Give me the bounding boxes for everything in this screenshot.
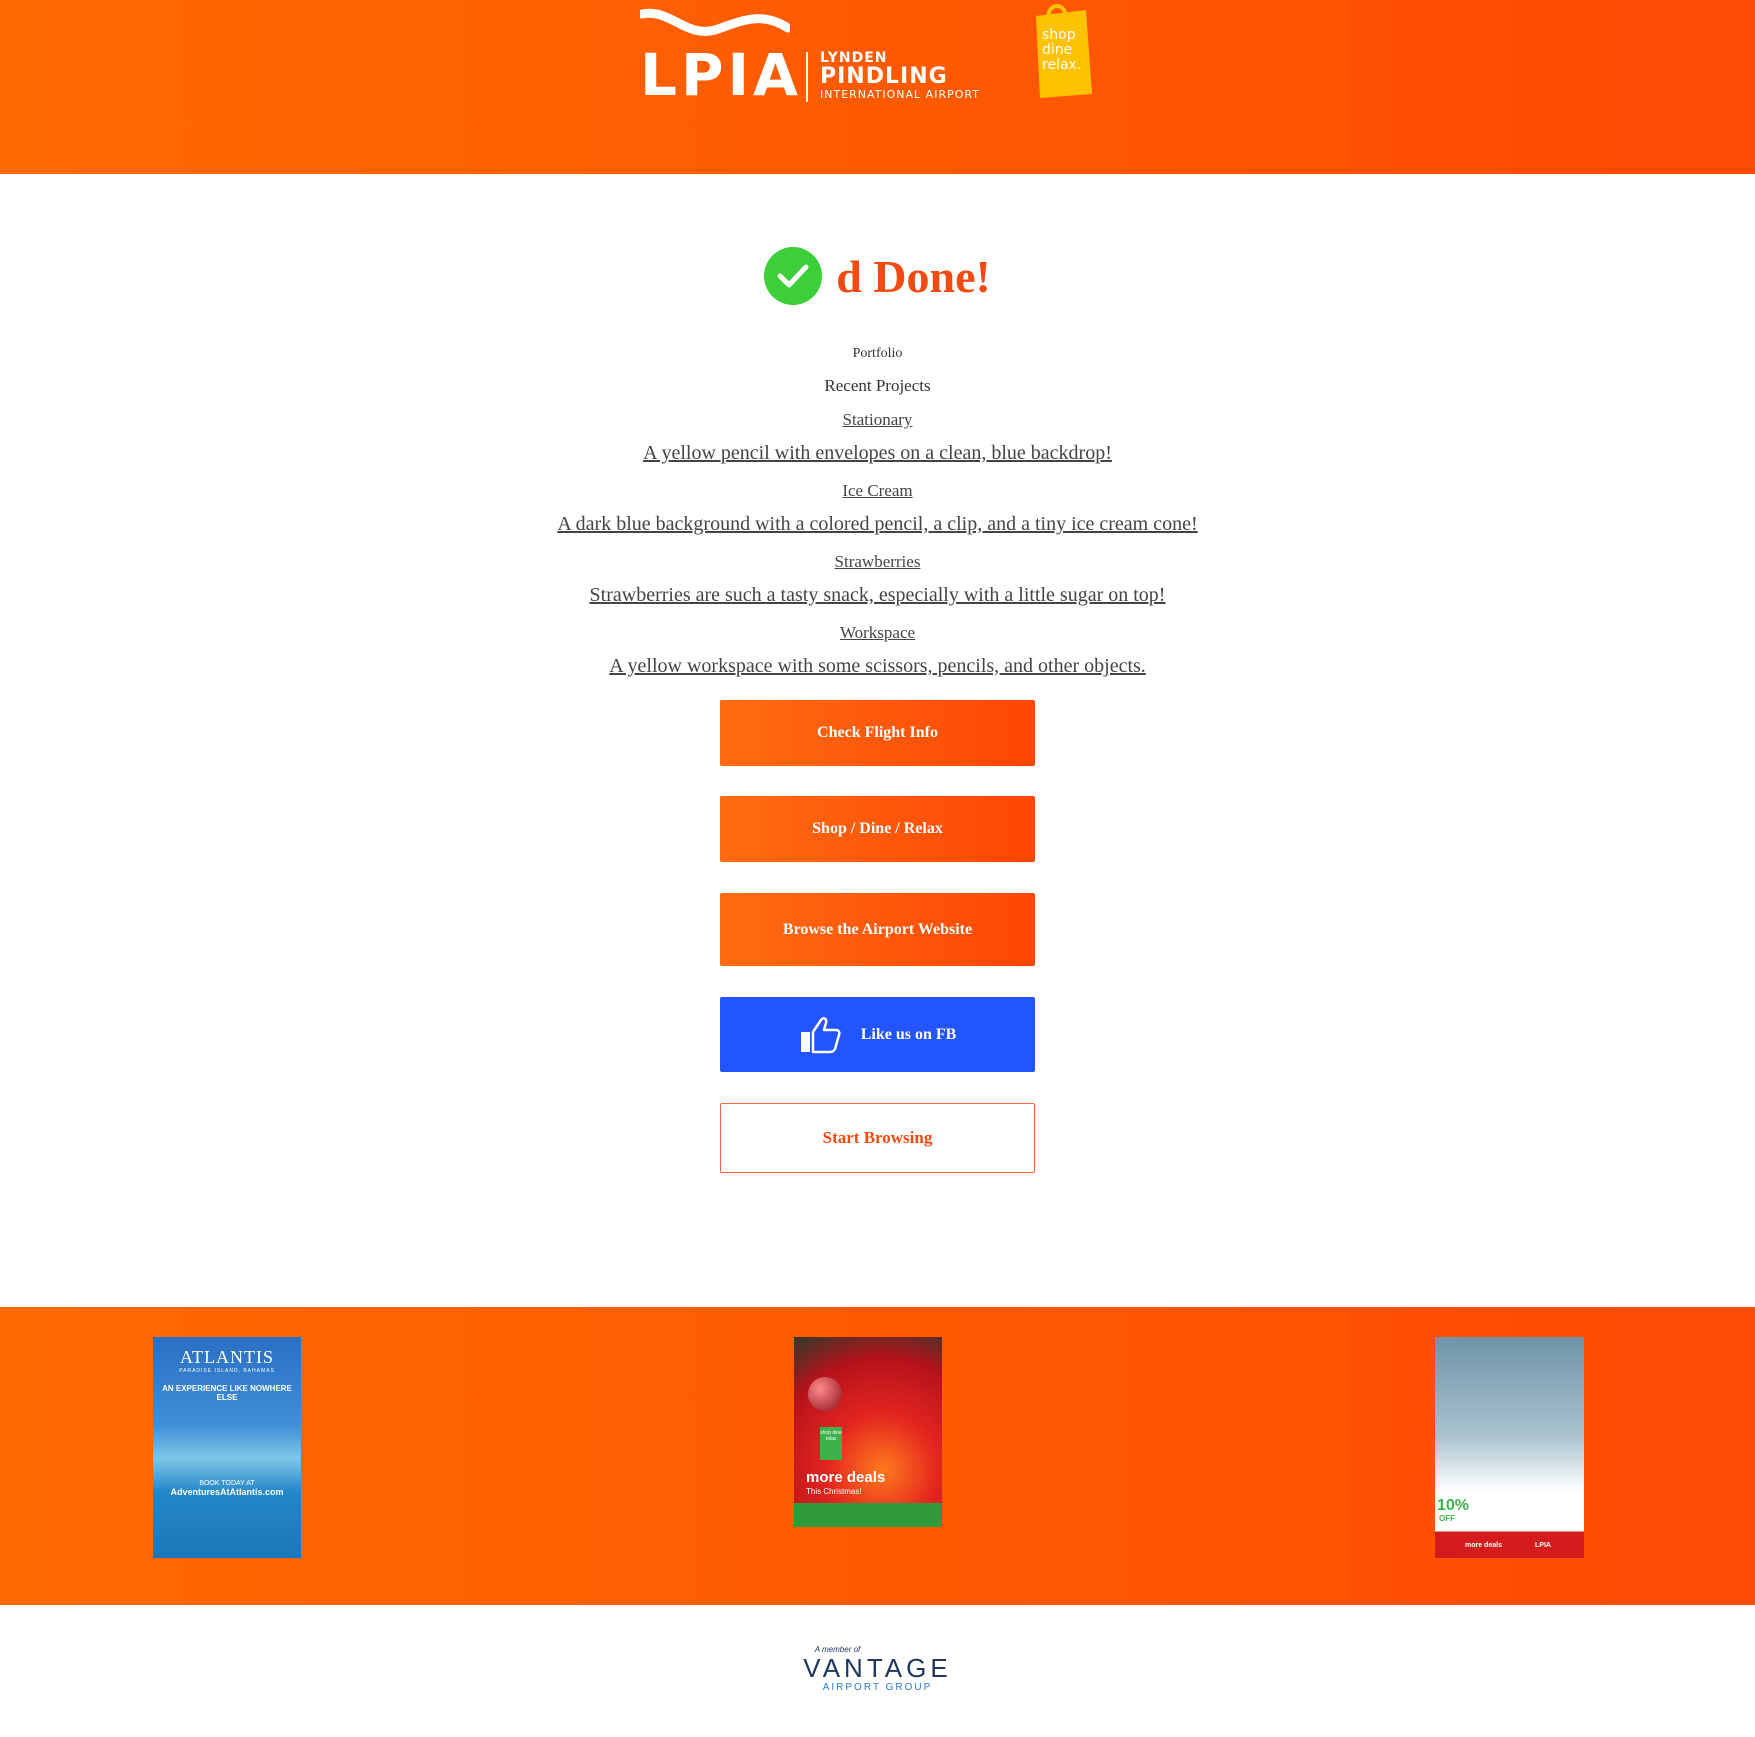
thumbs-up-icon [800, 1016, 841, 1053]
project-link-ice-cream[interactable]: Ice Cream [842, 481, 912, 501]
bag-text-line: shop [1042, 27, 1076, 43]
portfolio-label: Portfolio [852, 346, 903, 361]
check-flight-info-label: Check Flight Info [817, 724, 938, 741]
ornament-icon [808, 1377, 842, 1411]
shop-dine-relax-button[interactable]: Shop / Dine / Relax [720, 796, 1035, 862]
ads-banner: ATLANTIS PARADISE ISLAND, BAHAMAS AN EXP… [0, 1307, 1755, 1605]
like-us-on-fb-label: Like us on FB [860, 1025, 957, 1043]
bag-text-line: relax. [1042, 57, 1082, 73]
project-link-stationary[interactable]: Stationary [843, 410, 913, 430]
recent-projects-label: Recent Projects [824, 376, 931, 395]
christmas-subline: This Christmas! [806, 1487, 862, 1496]
project-desc-stationary[interactable]: A yellow pencil with envelopes on a clea… [643, 442, 1112, 465]
atlantis-url: AdventuresAtAtlantis.com [170, 1487, 284, 1497]
quiznos-off: OFF [1439, 1514, 1455, 1523]
bag-text-line: dine [1042, 42, 1073, 58]
site-footer: A member of VANTAGE AIRPORT GROUP [0, 1645, 1755, 1693]
logo-wordmark: LPIA [640, 41, 802, 109]
christmas-footer-strip [794, 1503, 942, 1527]
quiznos-ad[interactable]: 10% OFF more deals LPIA [1435, 1337, 1584, 1558]
start-browsing-label: Start Browsing [822, 1128, 933, 1147]
logo-divider [806, 52, 808, 102]
quiznos-more-deals: more deals [1465, 1542, 1502, 1549]
atlantis-cta: BOOK TODAY AT [199, 1480, 255, 1487]
project-link-workspace[interactable]: Workspace [840, 623, 915, 643]
shop-dine-relax-label: Shop / Dine / Relax [812, 820, 943, 837]
quiznos-percent: 10% [1437, 1497, 1470, 1514]
project-link-strawberries[interactable]: Strawberries [835, 552, 921, 572]
vantage-logo[interactable]: A member of VANTAGE AIRPORT GROUP [0, 1645, 1755, 1693]
project-desc-ice-cream[interactable]: A dark blue background with a colored pe… [557, 513, 1197, 536]
lpia-logo[interactable]: LPIA LYNDEN PINDLING INTERNATIONAL AIRPO… [640, 8, 985, 104]
like-us-on-fb-button[interactable]: Like us on FB [720, 997, 1035, 1072]
shop-dine-relax-badge: shop dine relax [820, 1427, 842, 1460]
browse-airport-website-button[interactable]: Browse the Airport Website [720, 893, 1035, 966]
main-content: d Done! Portfolio Recent Projects Statio… [0, 244, 1755, 1173]
vantage-brand: VANTAGE [803, 1653, 952, 1683]
shop-dine-relax-bag-logo[interactable]: shop dine relax. [1030, 0, 1092, 100]
bag-text: shop dine relax. [1042, 28, 1081, 73]
christmas-headline: more deals [806, 1469, 886, 1486]
atlantis-location: PARADISE ISLAND, BAHAMAS [179, 1368, 275, 1374]
done-title: d Done! [836, 250, 991, 302]
check-circle-icon [764, 247, 823, 305]
site-header: LPIA LYNDEN PINDLING INTERNATIONAL AIRPO… [0, 0, 1755, 174]
vantage-sub: AIRPORT GROUP [822, 1682, 933, 1693]
logo-line-2: PINDLING [820, 64, 948, 89]
atlantis-brand: ATLANTIS [180, 1347, 274, 1367]
project-desc-workspace[interactable]: A yellow workspace with some scissors, p… [609, 655, 1146, 678]
browse-airport-website-label: Browse the Airport Website [782, 920, 973, 938]
christmas-deals-ad[interactable]: shop dine relax more deals This Christma… [794, 1337, 942, 1527]
project-desc-strawberries[interactable]: Strawberries are such a tasty snack, esp… [590, 584, 1166, 607]
atlantis-tagline: AN EXPERIENCE LIKE NOWHERE ELSE [162, 1384, 292, 1402]
logo-line-3: INTERNATIONAL AIRPORT [820, 88, 980, 101]
quiznos-lpia: LPIA [1535, 1542, 1551, 1549]
done-heading-row: d Done! [0, 244, 1755, 308]
atlantis-ad[interactable]: ATLANTIS PARADISE ISLAND, BAHAMAS AN EXP… [153, 1337, 301, 1558]
start-browsing-button[interactable]: Start Browsing [720, 1103, 1035, 1173]
check-flight-info-button[interactable]: Check Flight Info [720, 700, 1035, 766]
